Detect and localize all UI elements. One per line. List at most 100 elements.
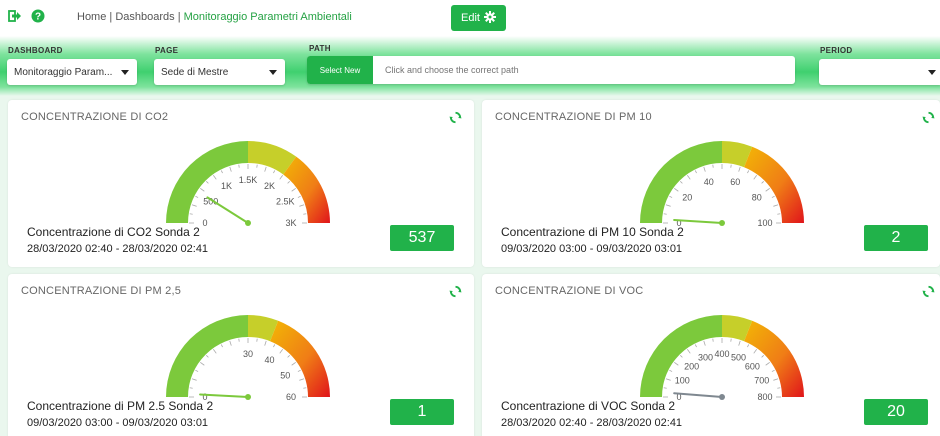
gauge-tick — [765, 361, 770, 366]
gauge-tick-label: 800 — [757, 392, 772, 402]
gauge-tick — [273, 170, 276, 174]
gauge-tick-label: 500 — [203, 197, 218, 207]
dashboard-label: DASHBOARD — [8, 46, 63, 55]
dashboard-select[interactable]: Monitoraggio Param... — [7, 59, 137, 85]
help-icon[interactable]: ? — [31, 9, 45, 23]
gauge-band-red — [744, 320, 804, 397]
gauge-tick-label: 80 — [752, 193, 762, 203]
period-select[interactable] — [819, 59, 940, 85]
sensor-period: 28/03/2020 02:40 - 28/03/2020 02:41 — [27, 243, 209, 255]
gauge-tick-label: 100 — [757, 218, 772, 228]
chevron-down-icon — [928, 70, 936, 75]
gauge-tick — [191, 378, 197, 381]
sensor-name: Concentrazione di CO2 Sonda 2 — [27, 225, 200, 239]
gauge-tick — [291, 187, 296, 192]
gauge-tick-label: 500 — [731, 352, 746, 362]
logout-icon[interactable] — [8, 9, 22, 23]
gauge-tick — [264, 340, 267, 346]
gauge-tick — [299, 204, 305, 207]
refresh-icon[interactable] — [449, 111, 462, 124]
card-title: CONCENTRAZIONE DI CO2 — [21, 111, 169, 123]
gauge-tick — [665, 204, 671, 207]
breadcrumb-current[interactable]: Monitoraggio Parametri Ambientali — [184, 11, 352, 23]
gauge-chart: 030405060 — [166, 315, 330, 402]
gauge-needle-hub — [245, 394, 251, 400]
widget-card-pm10: CONCENTRAZIONE DI PM 10 0 20 40 60 80 100 Con… — [482, 100, 940, 267]
select-new-button[interactable]: Select New — [307, 56, 373, 84]
gauge-tick — [747, 344, 750, 348]
value-badge: 1 — [390, 399, 454, 425]
breadcrumb: Home | Dashboards | Monitoraggio Paramet… — [77, 11, 352, 23]
filter-bar: DASHBOARD Monitoraggio Param... PAGE Sed… — [0, 36, 940, 96]
gauge-needle — [206, 196, 249, 224]
gauge-tick-label: 20 — [682, 193, 692, 203]
sensor-name: Concentrazione di PM 2.5 Sonda 2 — [27, 399, 214, 413]
gauge-tick-label: 700 — [754, 376, 769, 386]
breadcrumb-separator: | — [106, 11, 116, 23]
gauge-band-red — [744, 146, 804, 223]
card-title: CONCENTRAZIONE DI PM 2,5 — [21, 285, 182, 297]
gauge-tick — [679, 354, 683, 358]
top-bar: ? Home | Dashboards | Monitoraggio Param… — [0, 0, 940, 36]
gauge-tick — [669, 195, 673, 198]
path-field: Select New — [307, 56, 795, 84]
gauge-tick — [297, 195, 301, 198]
gauge-tick — [679, 180, 683, 184]
widget-card-voc: CONCENTRAZIONE DI VOC 0 100 200 300 400 500 60… — [482, 274, 940, 436]
gauge-tick — [694, 344, 697, 348]
gauge-tick — [191, 204, 197, 207]
gauge-tick — [753, 349, 758, 354]
sensor-period: 28/03/2020 02:40 - 28/03/2020 02:41 — [501, 417, 683, 429]
period-label: PERIOD — [820, 46, 853, 55]
gauge-tick-label: 400 — [714, 349, 729, 359]
gauge-tick-label: 0 — [202, 218, 207, 228]
gauge-chart: 0100200300 400 500600700800 — [640, 315, 804, 402]
gauge-tick-label: 100 — [675, 376, 690, 386]
gauge-tick — [738, 166, 741, 172]
gauge-tick — [665, 378, 671, 381]
gauge-tick — [765, 187, 770, 192]
gauge-tick — [264, 166, 267, 172]
gauge-tick-label: 600 — [745, 362, 760, 372]
widget-card-pm25: CONCENTRAZIONE DI PM 2,5 0 30 40 50 60 Conce… — [8, 274, 474, 436]
gauge-tick — [212, 349, 217, 354]
value-badge: 20 — [864, 399, 928, 425]
gauge-tick — [761, 180, 765, 184]
value-badge: 537 — [390, 225, 454, 251]
dashboard-value: Monitoraggio Param... — [14, 66, 113, 78]
value-badge: 2 — [864, 225, 928, 251]
breadcrumb-home[interactable]: Home — [77, 11, 106, 23]
gauge-tick — [703, 340, 706, 346]
gauge-tick — [773, 378, 779, 381]
widget-card-co2: CONCENTRAZIONE DI CO2 0 500 1K 1.5K 2K 2.5K 3K… — [8, 100, 474, 267]
refresh-icon[interactable] — [922, 285, 935, 298]
gauge-band-red — [270, 320, 330, 397]
gauge-tick — [229, 166, 232, 172]
gauge-chart: 02040 6080100 — [640, 141, 804, 228]
breadcrumb-dashboards[interactable]: Dashboards — [115, 11, 174, 23]
edit-button[interactable]: Edit — [451, 5, 506, 31]
gauge-tick — [220, 170, 223, 174]
refresh-icon[interactable] — [922, 111, 935, 124]
card-title: CONCENTRAZIONE DI PM 10 — [495, 111, 652, 123]
page-label: PAGE — [155, 46, 179, 55]
gauge-tick — [287, 354, 291, 358]
gauge-tick — [279, 349, 284, 354]
gauge-tick — [686, 175, 691, 180]
gauge-tick-label: 3K — [285, 218, 296, 228]
gauge-tick — [771, 195, 775, 198]
page-select[interactable]: Sede di Mestre — [154, 59, 285, 85]
gauge-tick — [205, 354, 209, 358]
gauge-tick — [212, 175, 217, 180]
gauge-band-red — [283, 156, 330, 223]
gauge-tick — [761, 354, 765, 358]
sensor-name: Concentrazione di PM 10 Sonda 2 — [501, 225, 684, 239]
refresh-icon[interactable] — [449, 285, 462, 298]
gauge-tick — [195, 195, 199, 198]
edit-label: Edit — [461, 12, 480, 24]
gauge-tick-label: 2K — [264, 181, 275, 191]
chevron-down-icon — [269, 70, 277, 75]
path-input[interactable] — [379, 56, 789, 84]
gauge-tick-label: 30 — [243, 349, 253, 359]
gear-icon — [483, 10, 496, 26]
